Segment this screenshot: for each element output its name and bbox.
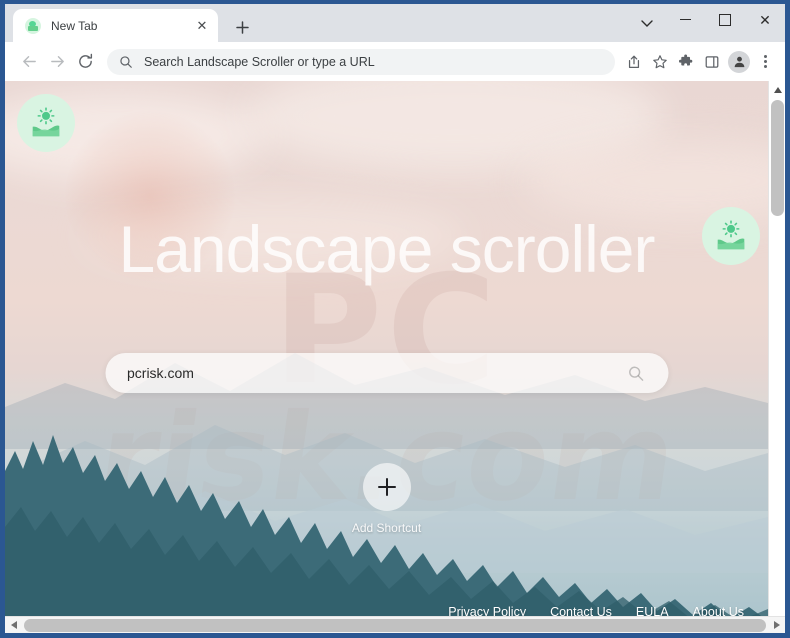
add-shortcut-button[interactable]: Add Shortcut	[331, 463, 443, 535]
profile-avatar-icon	[734, 56, 744, 68]
horizontal-scrollbar[interactable]	[5, 616, 785, 633]
three-dot-menu-icon	[763, 65, 767, 68]
bookmark-button[interactable]	[647, 49, 673, 75]
add-shortcut-label: Add Shortcut	[351, 521, 422, 535]
plus-icon	[235, 20, 249, 34]
forward-button[interactable]	[43, 48, 71, 76]
side-panel-button[interactable]	[699, 49, 725, 75]
site-logo-top-left[interactable]	[17, 94, 75, 152]
browser-window-inner: New Tab ✕ ✕ Search Landscape Scroller or…	[5, 4, 785, 633]
new-tab-button[interactable]	[231, 16, 253, 38]
share-button[interactable]	[621, 49, 647, 75]
address-bar[interactable]: Search Landscape Scroller or type a URL	[107, 48, 615, 75]
extensions-button[interactable]	[673, 49, 699, 75]
search-icon[interactable]	[626, 363, 646, 383]
search-box[interactable]: pcrisk.com	[105, 353, 668, 393]
share-icon	[628, 55, 640, 68]
puzzle-icon	[678, 54, 693, 66]
search-icon	[119, 55, 135, 69]
arrow-right-icon	[50, 56, 64, 67]
search-input[interactable]: pcrisk.com	[127, 365, 626, 381]
vertical-scrollbar[interactable]	[768, 81, 785, 633]
browser-tab-new-tab[interactable]: New Tab ✕	[13, 9, 218, 42]
browser-window: New Tab ✕ ✕ Search Landscape Scroller or…	[0, 0, 790, 638]
window-controls: ✕	[665, 4, 785, 35]
landscape-sun-logo-icon	[32, 107, 60, 137]
page-title: Landscape scroller	[118, 212, 656, 286]
back-button[interactable]	[15, 48, 43, 76]
chevron-down-icon	[641, 20, 653, 27]
new-tab-page: PC risk.com	[5, 81, 768, 633]
horizontal-scrollbar-track[interactable]	[22, 617, 768, 634]
chrome-menu-button[interactable]	[753, 55, 777, 68]
three-dot-menu-icon	[763, 60, 767, 63]
plus-icon	[362, 463, 411, 511]
reload-button[interactable]	[71, 48, 99, 76]
tab-search-button[interactable]	[635, 13, 659, 35]
scroll-up-arrow-icon[interactable]	[769, 81, 785, 98]
page-viewport: PC risk.com	[5, 81, 785, 633]
browser-toolbar: Search Landscape Scroller or type a URL	[5, 42, 785, 81]
star-icon	[653, 54, 667, 68]
minimize-button[interactable]	[665, 4, 705, 35]
close-icon[interactable]: ✕	[194, 18, 210, 34]
address-bar-text: Search Landscape Scroller or type a URL	[144, 54, 375, 69]
tab-strip: New Tab ✕ ✕	[5, 4, 785, 42]
reload-icon	[78, 53, 92, 68]
tab-title: New Tab	[51, 18, 98, 33]
maximize-button[interactable]	[705, 4, 745, 35]
arrow-left-icon	[22, 56, 36, 67]
scroll-left-arrow-icon[interactable]	[5, 617, 22, 634]
profile-button[interactable]	[728, 50, 750, 73]
three-dot-menu-icon	[763, 55, 767, 58]
close-window-button[interactable]: ✕	[745, 4, 785, 35]
side-panel-icon	[705, 55, 719, 68]
scroll-right-arrow-icon[interactable]	[768, 617, 785, 634]
vertical-scrollbar-thumb[interactable]	[771, 100, 784, 216]
horizontal-scrollbar-thumb[interactable]	[24, 618, 766, 632]
landscape-scroller-favicon	[25, 17, 41, 34]
